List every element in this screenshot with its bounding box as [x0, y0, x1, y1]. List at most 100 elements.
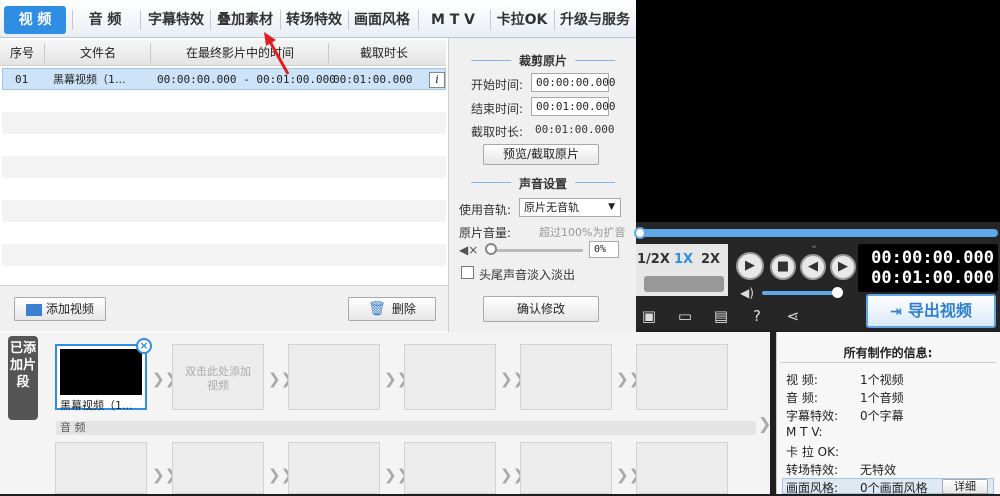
chevron-down-icon: ▼: [608, 202, 615, 212]
speed-normal[interactable]: 1X: [674, 252, 693, 267]
previous-frame-icon[interactable]: ◀: [800, 254, 826, 280]
audio-track-header: 音 频: [56, 421, 756, 435]
add-video-button[interactable]: 添加视频: [14, 297, 106, 321]
stop-icon[interactable]: ■: [770, 254, 796, 280]
volume-value-input[interactable]: 0%: [589, 241, 619, 258]
table-header: 序号 文件名 在最终影片中的时间 截取时长: [0, 40, 446, 66]
tab-separator: [554, 10, 555, 30]
tab-separator: [140, 10, 141, 30]
tab-separator: [72, 10, 73, 30]
preview-trim-button[interactable]: 预览/截取原片: [483, 144, 599, 165]
empty-clip-slot[interactable]: [288, 344, 380, 410]
audio-track-select[interactable]: 原片无音轨 ▼: [519, 198, 621, 217]
empty-clip-slot[interactable]: [636, 344, 728, 410]
tab-karaoke[interactable]: 卡拉OK: [492, 6, 552, 34]
audio-clip-slot[interactable]: [520, 442, 612, 494]
export-video-button[interactable]: ⇥ 导出视频: [866, 294, 996, 328]
audio-track-value: 原片无音轨: [524, 201, 579, 214]
top-tab-bar: 视 频 音 频 字幕特效 叠加素材 转场特效 画面风格 M T V 卡拉OK 升…: [0, 0, 636, 38]
jog-wheel[interactable]: [644, 276, 724, 292]
info-value-subtitles: 0个字幕: [860, 409, 904, 423]
player-volume-slider[interactable]: [762, 291, 836, 295]
speed-half[interactable]: 1/2X: [637, 252, 670, 267]
tab-separator: [280, 10, 281, 30]
tab-video[interactable]: 视 频: [4, 6, 66, 34]
col-index: 序号: [9, 46, 34, 60]
row-index: 01: [15, 73, 29, 86]
trim-duration-value: 00:01:00.000: [535, 123, 615, 136]
info-key-mtv: M T V:: [786, 425, 823, 439]
trash-icon: 🗑: [368, 301, 386, 317]
tab-separator: [418, 10, 419, 30]
help-icon[interactable]: ?: [748, 308, 766, 324]
empty-row: [2, 200, 446, 222]
fade-label: 头尾声音淡入淡出: [479, 268, 576, 282]
end-time-label: 结束时间:: [471, 102, 524, 116]
empty-clip-slot[interactable]: 双击此处添加视频: [172, 344, 264, 410]
export-video-label: 导出视频: [907, 301, 972, 320]
tab-upgrade-service[interactable]: 升级与服务: [556, 6, 634, 34]
info-key-transitions: 转场特效:: [786, 463, 839, 477]
tab-separator: [210, 10, 211, 30]
chevron-down-icon[interactable]: ⌄: [810, 240, 818, 251]
confirm-changes-button[interactable]: 确认修改: [483, 296, 599, 322]
tab-audio[interactable]: 音 频: [76, 6, 134, 34]
info-value-transitions: 无特效: [860, 463, 897, 477]
speed-double[interactable]: 2X: [701, 252, 720, 267]
total-time: 00:01:00.000: [871, 268, 994, 288]
empty-row: [2, 156, 446, 178]
volume-slider-track[interactable]: [489, 249, 583, 252]
details-button[interactable]: 详细: [942, 479, 988, 494]
tab-separator: [348, 10, 349, 30]
added-clips-tab[interactable]: 已添加片段: [8, 336, 38, 420]
delete-button[interactable]: 🗑 删除: [348, 297, 436, 321]
collapse-arrow-icon[interactable]: ❯: [758, 414, 771, 433]
volume-hint: 超过100%为扩音: [539, 226, 626, 239]
remove-clip-icon[interactable]: ×: [136, 338, 152, 354]
start-time-input[interactable]: 00:00:00.000: [531, 73, 615, 92]
start-time-label: 开始时间:: [471, 78, 524, 92]
audio-clip-slot[interactable]: [55, 442, 147, 494]
empty-clip-slot[interactable]: [404, 344, 496, 410]
open-folder-icon[interactable]: ▭: [676, 308, 694, 324]
audio-clip-slot[interactable]: [172, 442, 264, 494]
save-icon[interactable]: ▤: [712, 308, 730, 324]
info-key-audio: 音 频:: [786, 391, 818, 405]
trim-duration-label: 截取时长:: [471, 125, 524, 139]
add-video-placeholder: 双击此处添加视频: [185, 365, 251, 392]
play-icon[interactable]: ▶: [736, 252, 764, 280]
empty-clip-slot[interactable]: [520, 344, 612, 410]
new-project-icon[interactable]: ▣: [640, 308, 658, 324]
end-time-input[interactable]: 00:01:00.000: [531, 97, 615, 116]
video-preview[interactable]: [636, 0, 1000, 222]
seek-bar[interactable]: [636, 229, 998, 237]
speaker-icon[interactable]: ◀): [740, 286, 754, 300]
volume-slider-handle[interactable]: [485, 243, 497, 255]
row-time-range: 00:00:00.000 - 00:01:00.000: [157, 73, 336, 86]
audio-clip-slot[interactable]: [288, 442, 380, 494]
volume-label: 原片音量:: [459, 226, 512, 240]
export-icon: ⇥: [890, 304, 902, 320]
audio-clip-slot[interactable]: [404, 442, 496, 494]
mute-speaker-icon[interactable]: ◀×: [459, 243, 478, 257]
col-time-range: 在最终影片中的时间: [185, 46, 294, 60]
tab-picture-style[interactable]: 画面风格: [350, 6, 414, 34]
timeline-clip[interactable]: 黑幕视频（1...: [55, 344, 147, 412]
add-video-label: 添加视频: [45, 302, 94, 316]
tab-subtitle-effects[interactable]: 字幕特效: [144, 6, 208, 34]
audio-track-label: 使用音轨:: [459, 203, 512, 217]
trim-title: 裁剪原片: [518, 54, 567, 68]
film-icon: [25, 303, 42, 316]
fade-checkbox[interactable]: [461, 266, 474, 279]
seek-handle[interactable]: [634, 227, 646, 239]
table-row[interactable]: 01 黑幕视频（1... 00:00:00.000 - 00:01:00.000…: [2, 68, 446, 90]
share-icon[interactable]: ⋖: [784, 308, 802, 324]
player-volume-handle[interactable]: [832, 287, 843, 298]
empty-row: [2, 244, 446, 266]
audio-clip-slot[interactable]: [636, 442, 728, 494]
info-icon[interactable]: i: [429, 72, 445, 88]
next-frame-icon[interactable]: ▶: [830, 254, 856, 280]
project-info-title: 所有制作的信息:: [843, 346, 933, 360]
info-key-video: 视 频:: [786, 373, 818, 387]
tab-mtv[interactable]: M T V: [420, 6, 486, 34]
